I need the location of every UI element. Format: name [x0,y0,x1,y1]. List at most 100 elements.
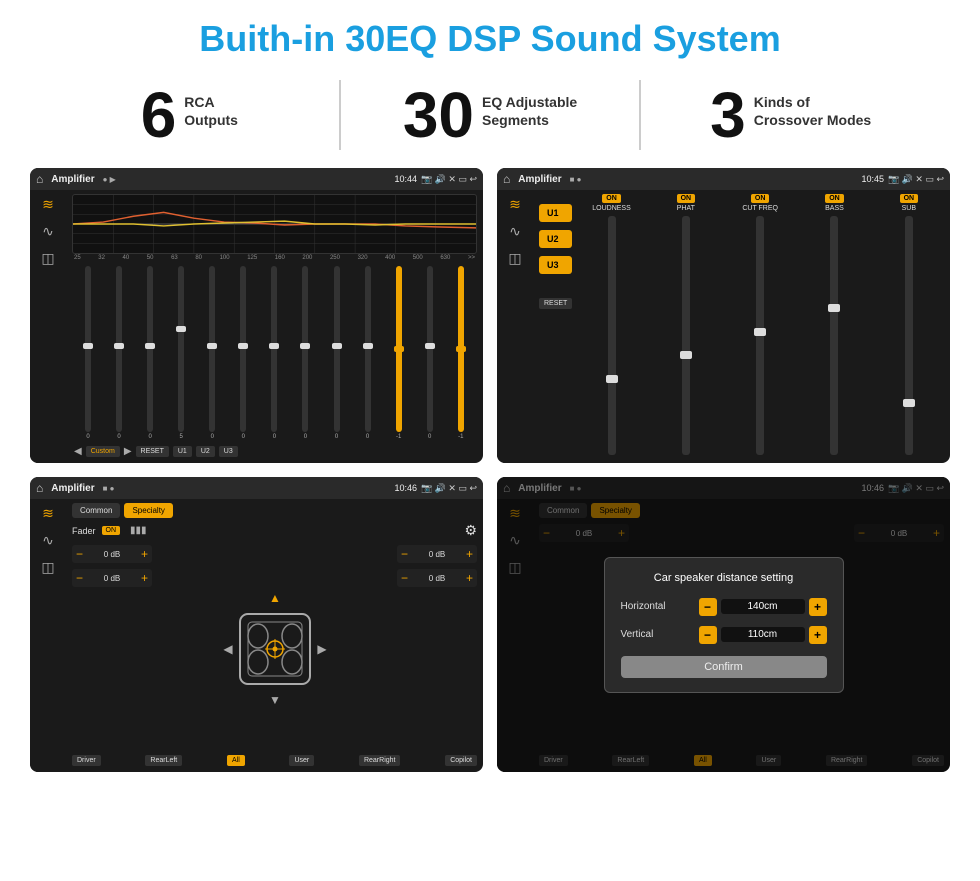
stat-number-30: 30 [403,83,474,147]
home-icon-3[interactable]: ⌂ [36,481,43,495]
bass-label: BASS [825,205,844,212]
u3-btn[interactable]: U3 [219,446,238,457]
speaker-icon[interactable]: ◫ [41,250,54,267]
stat-desc-eq: EQ AdjustableSegments [482,83,577,129]
eq-sliders-row: 0 0 0 5 0 [72,262,477,442]
stat-desc-crossover: Kinds ofCrossover Modes [754,83,871,129]
eq-icon[interactable]: ≋ [42,196,54,213]
fader-settings-icon[interactable]: ⚙ [464,522,477,539]
svg-text:▼: ▼ [269,693,281,707]
next-arrow[interactable]: ▶ [124,446,132,457]
page-title: Buith-in 30EQ DSP Sound System [0,0,980,70]
horizontal-row: Horizontal − 140cm + [621,598,827,616]
confirm-button[interactable]: Confirm [621,656,827,678]
db-minus-1[interactable]: − [76,548,83,560]
eq-icon-3[interactable]: ≋ [42,505,54,522]
sub-label: SUB [902,205,916,212]
copilot-btn[interactable]: Copilot [445,755,477,766]
vertical-plus-btn[interactable]: + [809,626,827,644]
db-minus-2[interactable]: − [76,572,83,584]
db-plus-4[interactable]: + [466,571,473,585]
screen3-title: Amplifier [51,483,94,494]
eq-freq-labels: 25 32 40 50 63 80 100 125 160 200 250 32… [72,254,477,262]
custom-btn[interactable]: Custom [86,446,120,457]
db-control-2: − 0 dB + [72,569,152,587]
fader-left-col: − 0 dB + − 0 dB + [72,545,152,753]
status-bar-2: ⌂ Amplifier ■ ● 10:45 📷 🔊 ✕ ▭ ↩ [497,168,950,190]
u2-crossover-btn[interactable]: U2 [539,230,572,248]
crossover-reset-btn[interactable]: RESET [539,298,572,309]
vertical-minus-btn[interactable]: − [699,626,717,644]
stat-number-3: 3 [710,83,746,147]
sub-on: ON [900,194,919,203]
loudness-on: ON [602,194,621,203]
speaker-icon-2[interactable]: ◫ [508,250,521,267]
svg-text:▲: ▲ [269,591,281,605]
u1-btn[interactable]: U1 [173,446,192,457]
u3-crossover-btn[interactable]: U3 [539,256,572,274]
eq-graph [72,194,477,254]
wave-icon[interactable]: ∿ [42,223,54,240]
loudness-slider[interactable] [608,216,616,455]
loudness-label: LOUDNESS [592,205,631,212]
all-btn[interactable]: All [227,755,245,766]
eq-slider-7: 0 [271,266,277,440]
db-val-1: 0 dB [86,550,138,559]
home-icon-1[interactable]: ⌂ [36,172,43,186]
db-minus-4[interactable]: − [401,572,408,584]
screen1-dots: ● ▶ [103,175,116,184]
db-minus-3[interactable]: − [401,548,408,560]
stat-eq: 30 EQ AdjustableSegments [361,83,620,147]
prev-arrow[interactable]: ◀ [74,446,82,457]
phat-slider[interactable] [682,216,690,455]
eq-slider-2: 0 [116,266,122,440]
crossover-area: U1 U2 U3 RESET ON LOUDNESS ON [533,190,950,463]
eq-icon-2[interactable]: ≋ [509,196,521,213]
phat-col: ON PHAT [651,194,721,459]
specialty-tab[interactable]: Specialty [124,503,172,518]
phat-label: PHAT [677,205,695,212]
driver-btn[interactable]: Driver [72,755,101,766]
horizontal-plus-btn[interactable]: + [809,598,827,616]
screen2-status-icons: 📷 🔊 ✕ ▭ ↩ [888,174,944,185]
screen2-dots: ■ ● [570,175,582,184]
screen-distance: ⌂ Amplifier ■ ● 10:46 📷 🔊 ✕ ▭ ↩ ≋ ∿ ◫ Co… [497,477,950,772]
u1-crossover-btn[interactable]: U1 [539,204,572,222]
wave-icon-2[interactable]: ∿ [509,223,521,240]
dialog-title: Car speaker distance setting [621,572,827,584]
horizontal-minus-btn[interactable]: − [699,598,717,616]
speaker-icon-3[interactable]: ◫ [41,559,54,576]
db-plus-2[interactable]: + [141,571,148,585]
eq-slider-8: 0 [302,266,308,440]
screen3-status-icons: 📷 🔊 ✕ ▭ ↩ [421,483,477,494]
distance-dialog: Car speaker distance setting Horizontal … [604,557,844,693]
bass-slider[interactable] [830,216,838,455]
reset-btn[interactable]: RESET [136,446,169,457]
phat-on: ON [677,194,696,203]
wave-icon-3[interactable]: ∿ [42,532,54,549]
sub-col: ON SUB [874,194,944,459]
rearleft-btn[interactable]: RearLeft [145,755,182,766]
db-plus-1[interactable]: + [141,547,148,561]
u2-btn[interactable]: U2 [196,446,215,457]
cutfreq-slider[interactable] [756,216,764,455]
sub-slider[interactable] [905,216,913,455]
user-btn[interactable]: User [289,755,314,766]
home-icon-2[interactable]: ⌂ [503,172,510,186]
rearright-btn[interactable]: RearRight [359,755,401,766]
eq-slider-6: 0 [240,266,246,440]
stat-crossover: 3 Kinds ofCrossover Modes [661,83,920,147]
fader-area: Common Specialty Fader ON ▮▮▮ ⚙ − 0 dB [66,499,483,772]
common-tab[interactable]: Common [72,503,120,518]
eq-slider-4: 5 [178,266,184,440]
db-plus-3[interactable]: + [466,547,473,561]
eq-slider-9: 0 [334,266,340,440]
eq-slider-10: 0 [365,266,371,440]
eq-slider-12: 0 [427,266,433,440]
eq-slider-5: 0 [209,266,215,440]
horizontal-label: Horizontal [621,601,691,612]
screens-grid: ⌂ Amplifier ● ▶ 10:44 📷 🔊 ✕ ▭ ↩ ≋ ∿ ◫ [0,162,980,782]
screen-fader: ⌂ Amplifier ■ ● 10:46 📷 🔊 ✕ ▭ ↩ ≋ ∿ ◫ Co… [30,477,483,772]
svg-text:◀: ◀ [223,642,233,656]
stat-rca: 6 RCAOutputs [60,83,319,147]
